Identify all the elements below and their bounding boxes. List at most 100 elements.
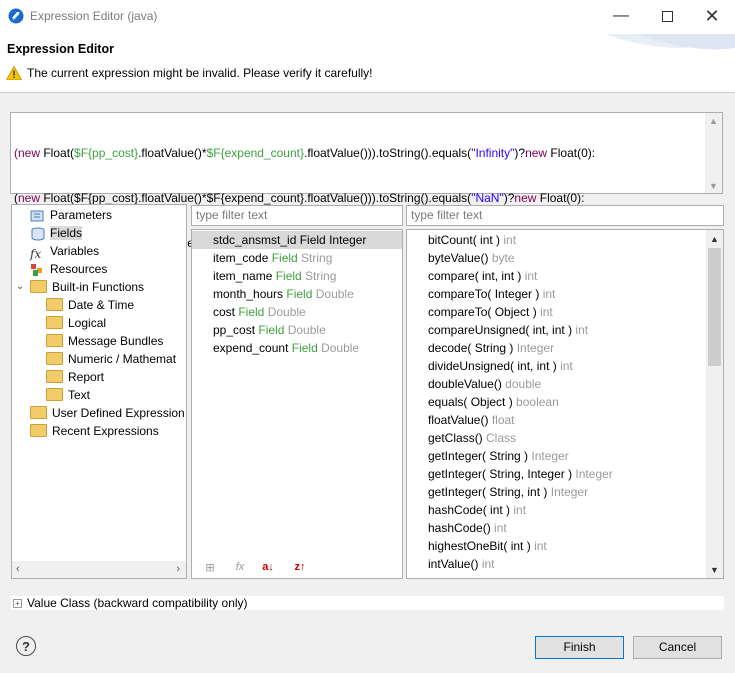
folder-icon xyxy=(46,316,63,330)
fields-filter-input[interactable]: type filter text xyxy=(191,205,403,226)
method-item[interactable]: highestOneBit( int ) int xyxy=(428,537,547,555)
tree-item-recent-expressions[interactable]: Recent Expressions xyxy=(30,422,159,440)
scroll-up-icon[interactable]: ▲ xyxy=(705,116,722,126)
method-item[interactable]: compare( int, int ) int xyxy=(428,267,537,285)
tree-item-label: Numeric / Mathemat xyxy=(68,352,177,366)
field-type: String xyxy=(305,269,337,283)
folder-icon xyxy=(46,298,63,312)
method-item[interactable]: byteValue() byte xyxy=(428,249,515,267)
scroll-right-icon[interactable]: › xyxy=(176,563,180,575)
tree-item-text[interactable]: Text xyxy=(46,386,90,404)
sort-descending-icon[interactable]: z↑ xyxy=(291,561,309,579)
method-item[interactable]: bitCount( int ) int xyxy=(428,231,516,249)
scroll-left-icon[interactable]: ‹ xyxy=(16,563,20,575)
folder-icon xyxy=(30,406,47,420)
methods-scroll-thumb[interactable] xyxy=(708,248,721,366)
tree-item-user-defined-expression[interactable]: User Defined Expression xyxy=(30,404,185,422)
method-item[interactable]: getInteger( String, Integer ) Integer xyxy=(428,465,613,483)
window-title: Expression Editor (java) xyxy=(30,9,158,23)
expand-icon[interactable]: + xyxy=(13,599,22,608)
method-item[interactable]: compareTo( Integer ) int xyxy=(428,285,555,303)
field-kind: Field xyxy=(291,341,322,355)
field-item[interactable]: stdc_ansmst_id Field Integer xyxy=(192,231,402,249)
methods-list[interactable]: bitCount( int ) int byteValue() byte compa… xyxy=(406,229,724,579)
field-item[interactable]: cost Field Double xyxy=(192,303,402,321)
methods-scroll-down-icon[interactable]: ▼ xyxy=(706,565,723,575)
function-icon[interactable]: fx xyxy=(231,561,249,579)
tree-item-message-bundles[interactable]: Message Bundles xyxy=(46,332,163,350)
value-class-section[interactable]: + Value Class (backward compatibility on… xyxy=(11,596,724,610)
tree-item-label: Recent Expressions xyxy=(52,424,159,438)
field-type: Double xyxy=(315,287,354,301)
finish-button[interactable]: Finish xyxy=(535,636,624,659)
tree-hscrollbar[interactable]: ‹ › xyxy=(12,561,186,578)
tree-item-parameters[interactable]: Parameters xyxy=(30,206,112,224)
method-signature: hashCode() xyxy=(428,521,495,535)
method-return-type: int xyxy=(503,233,517,247)
scroll-down-icon[interactable]: ▼ xyxy=(705,181,722,191)
method-return-type: boolean xyxy=(516,395,559,409)
field-kind: Field xyxy=(299,233,330,247)
fields-list[interactable]: stdc_ansmst_id Field Integer item_code Fi… xyxy=(191,229,403,579)
expression-token: $F{pp_cost} xyxy=(74,146,139,160)
method-item[interactable]: compareUnsigned( int, int ) int xyxy=(428,321,588,339)
expression-editor[interactable]: (new Float($F{pp_cost}.floatValue()*$F{e… xyxy=(10,112,723,250)
tree-item-label: User Defined Expression xyxy=(52,406,185,420)
close-icon: ✕ xyxy=(704,5,720,26)
tree-item-label: Resources xyxy=(50,262,108,276)
tree-item-logical[interactable]: Logical xyxy=(46,314,106,332)
tree-item-built-in-functions[interactable]: Built-in Functions xyxy=(30,278,144,296)
tree-item-variables[interactable]: fx Variables xyxy=(30,242,99,261)
field-kind: Field xyxy=(275,269,306,283)
method-item[interactable]: compareTo( Object ) int xyxy=(428,303,553,321)
method-item[interactable]: equals( Object ) boolean xyxy=(428,393,559,411)
method-signature: doubleValue() xyxy=(428,377,506,391)
tree-item-report[interactable]: Report xyxy=(46,368,104,386)
tree-item-date-time[interactable]: Date & Time xyxy=(46,296,134,314)
sort-ascending-icon[interactable]: a↓ xyxy=(259,561,277,579)
chevron-down-icon[interactable]: ⌄ xyxy=(16,278,24,296)
close-button[interactable]: ✕ xyxy=(689,0,735,32)
field-item[interactable]: pp_cost Field Double xyxy=(192,321,402,339)
expression-token: Float( xyxy=(40,146,75,160)
field-kind: Field xyxy=(238,305,268,319)
insert-field-icon[interactable]: ⊞ xyxy=(201,561,219,579)
tree-item-numeric-mathemat[interactable]: Numeric / Mathemat xyxy=(46,350,176,368)
field-name: pp_cost xyxy=(213,323,259,337)
method-item[interactable]: divideUnsigned( int, int ) int xyxy=(428,357,573,375)
method-return-type: Integer xyxy=(516,341,555,355)
method-return-type: Integer xyxy=(550,485,589,499)
category-tree[interactable]: Parameters Fields fx Variables Resources Buil… xyxy=(11,204,187,579)
field-item[interactable]: month_hours Field Double xyxy=(192,285,402,303)
method-item[interactable]: hashCode() int xyxy=(428,519,507,537)
method-signature: getInteger( String, Integer ) xyxy=(428,467,576,481)
expression-scrollbar[interactable]: ▲ ▼ xyxy=(705,113,722,193)
field-item[interactable]: item_code Field String xyxy=(192,249,402,267)
dialog-header: Expression Editor The current expression… xyxy=(0,34,735,92)
method-item[interactable]: hashCode( int ) int xyxy=(428,501,526,519)
method-item[interactable]: intValue() int xyxy=(428,555,495,573)
field-item[interactable]: expend_count Field Double xyxy=(192,339,402,357)
method-item[interactable]: floatValue() float xyxy=(428,411,515,429)
field-item[interactable]: item_name Field String xyxy=(192,267,402,285)
cancel-button[interactable]: Cancel xyxy=(633,636,722,659)
tree-item-label: Built-in Functions xyxy=(52,280,145,294)
method-item[interactable]: getInteger( String, int ) Integer xyxy=(428,483,588,501)
method-signature: byteValue() xyxy=(428,251,492,265)
minimize-button[interactable]: — xyxy=(598,0,644,32)
tree-item-label: Parameters xyxy=(50,208,113,222)
methods-scrollbar[interactable]: ▲ ▼ xyxy=(706,230,723,578)
tree-item-fields[interactable]: Fields xyxy=(30,224,83,242)
help-button[interactable]: ? xyxy=(16,636,36,656)
tree-item-resources[interactable]: Resources xyxy=(30,260,107,278)
methods-filter-input[interactable]: type filter text xyxy=(406,205,724,226)
tree-item-label: Message Bundles xyxy=(68,334,164,348)
maximize-button[interactable] xyxy=(644,0,690,32)
method-item[interactable]: getInteger( String ) Integer xyxy=(428,447,569,465)
method-item[interactable]: decode( String ) Integer xyxy=(428,339,554,357)
field-type: Double xyxy=(321,341,360,355)
method-signature: getInteger( String ) xyxy=(428,449,532,463)
method-item[interactable]: getClass() Class xyxy=(428,429,516,447)
methods-scroll-up-icon[interactable]: ▲ xyxy=(706,234,723,244)
method-item[interactable]: doubleValue() double xyxy=(428,375,541,393)
